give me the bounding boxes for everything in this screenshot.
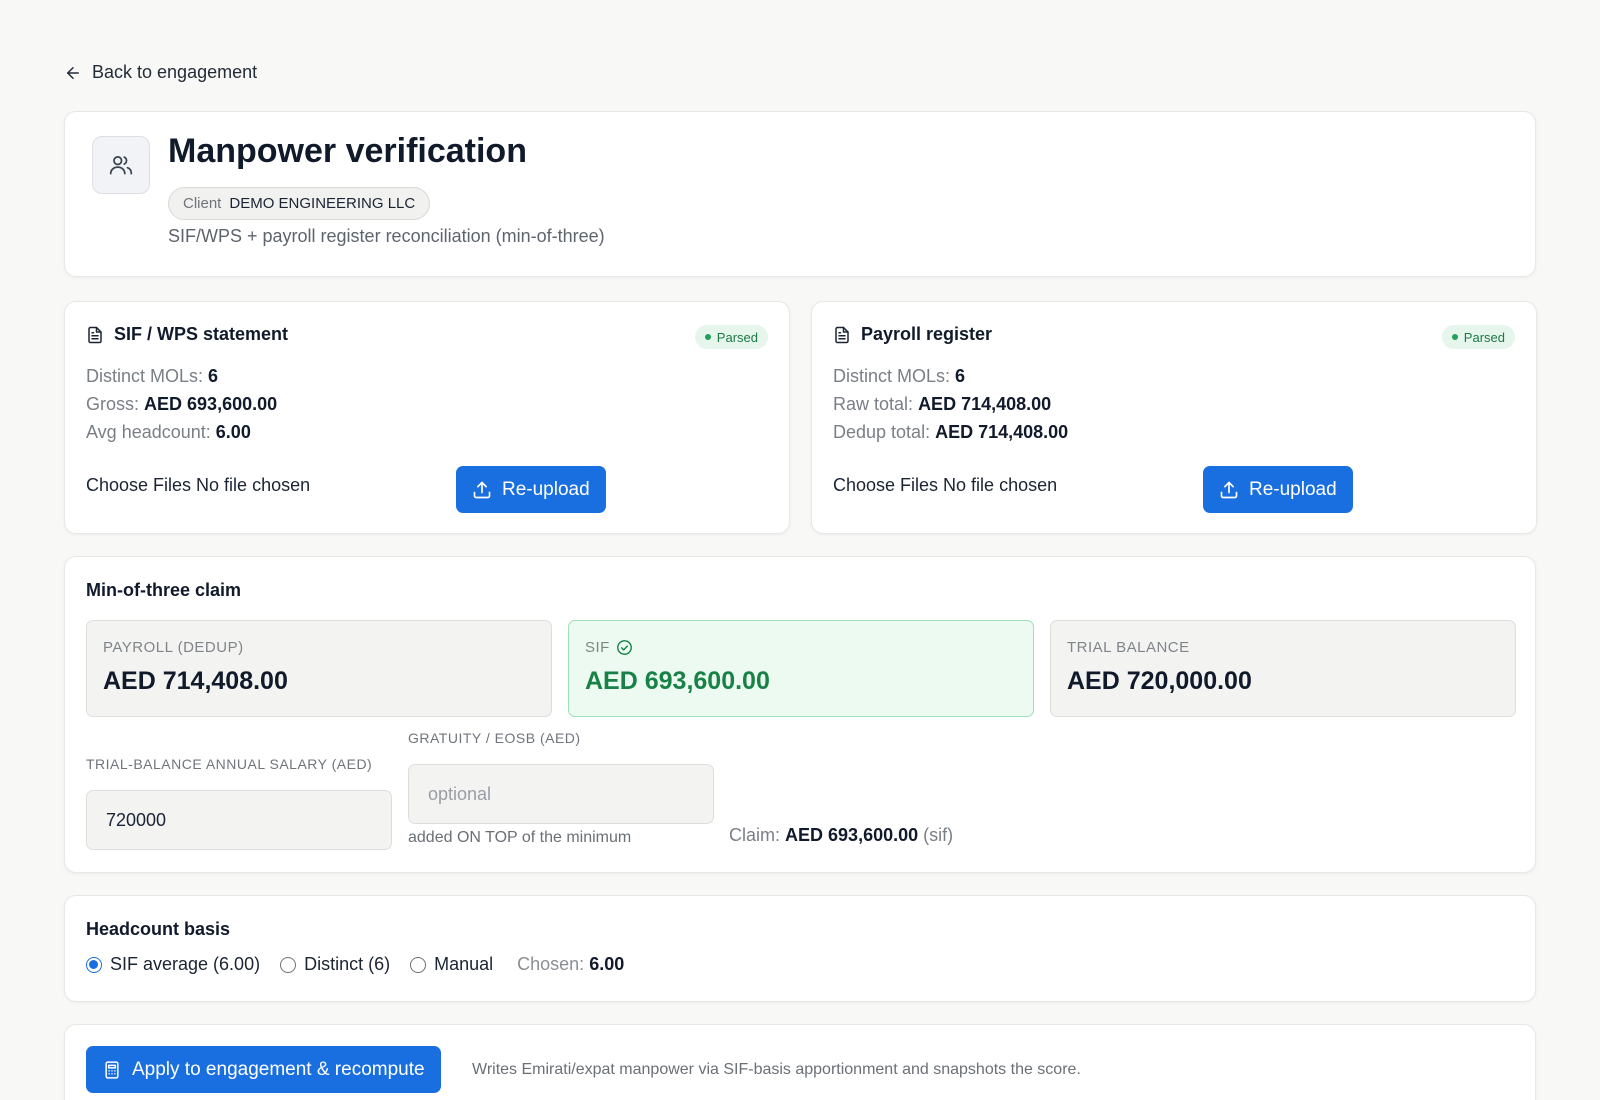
sif-card-title: SIF / WPS statement	[86, 324, 288, 345]
tile-value: AED 693,600.00	[585, 667, 770, 695]
header-card: Manpower verification Client DEMO ENGINE…	[64, 111, 1536, 277]
radio-label: SIF average (6.00)	[110, 954, 261, 974]
tb-salary-input[interactable]: 720000	[86, 790, 392, 850]
stat-dedup-total: Dedup total: AED 714,408.00	[833, 422, 1069, 442]
back-to-engagement-link[interactable]: Back to engagement	[64, 62, 257, 83]
status-badge: Parsed	[1441, 325, 1515, 349]
apply-card: Apply to engagement & recompute Writes E…	[64, 1024, 1536, 1100]
upload-icon	[1220, 481, 1238, 498]
sif-tile[interactable]: SIF AED 693,600.00	[568, 620, 1034, 717]
back-label: Back to engagement	[92, 62, 258, 82]
trial-balance-tile[interactable]: TRIAL BALANCE AED 720,000.00	[1050, 620, 1516, 717]
client-label: Client	[183, 195, 222, 212]
stat-distinct-mols: Distinct MOLs: 6	[86, 366, 219, 386]
apply-label: Apply to engagement & recompute	[132, 1058, 425, 1080]
radio-circle	[410, 956, 427, 973]
payroll-card-title: Payroll register	[833, 324, 992, 345]
client-name: DEMO ENGINEERING LLC	[229, 195, 416, 212]
page-subtitle: SIF/WPS + payroll register reconciliatio…	[168, 226, 605, 246]
radio-circle	[280, 956, 297, 973]
radio-sif-average[interactable]: SIF average (6.00)	[86, 954, 260, 975]
gratuity-input[interactable]: optional	[408, 764, 714, 824]
reupload-label: Re-upload	[1249, 478, 1337, 500]
check-circle-icon	[616, 640, 632, 655]
section-title: Min-of-three claim	[86, 580, 242, 600]
sif-wps-card: SIF / WPS statement Parsed Distinct MOLs…	[64, 301, 790, 534]
stat-gross: Gross: AED 693,600.00	[86, 394, 278, 414]
apply-recompute-button[interactable]: Apply to engagement & recompute	[86, 1046, 441, 1093]
chosen-headcount: Chosen: 6.00	[517, 954, 625, 974]
payroll-title-text: Payroll register	[861, 324, 993, 344]
tile-value: AED 720,000.00	[1067, 667, 1252, 695]
payroll-dedup-tile[interactable]: PAYROLL (DEDUP) AED 714,408.00	[86, 620, 552, 717]
document-icon	[835, 326, 849, 343]
status-dot	[704, 334, 711, 340]
sif-reupload-button[interactable]: Re-upload	[456, 466, 606, 513]
payroll-register-card: Payroll register Parsed Distinct MOLs: 6…	[811, 301, 1537, 534]
radio-label: Distinct (6)	[304, 954, 391, 974]
stat-distinct-mols: Distinct MOLs: 6	[833, 366, 966, 386]
badge-label: Parsed	[1463, 329, 1505, 345]
tile-label: TRIAL BALANCE	[1067, 639, 1190, 656]
stat-raw-total: Raw total: AED 714,408.00	[833, 394, 1052, 414]
arrow-left-icon	[67, 66, 79, 79]
claim-summary: Claim: AED 693,600.00 (sif)	[729, 825, 954, 845]
tile-label: SIF	[585, 639, 633, 656]
sif-title-text: SIF / WPS statement	[114, 324, 289, 344]
gratuity-hint: added ON TOP of the minimum	[408, 829, 632, 846]
radio-label: Manual	[434, 954, 494, 974]
reupload-label: Re-upload	[502, 478, 590, 500]
file-chooser[interactable]: Choose Files No file chosen	[833, 475, 1057, 496]
tile-label: PAYROLL (DEDUP)	[103, 639, 244, 656]
status-badge: Parsed	[694, 325, 768, 349]
headcount-radio-group: SIF average (6.00) Distinct (6) Manual C…	[86, 954, 624, 975]
payroll-reupload-button[interactable]: Re-upload	[1203, 466, 1353, 513]
apply-note: Writes Emirati/expat manpower via SIF-ba…	[472, 1061, 1081, 1078]
client-pill: Client DEMO ENGINEERING LLC	[168, 187, 431, 220]
section-title: Headcount basis	[86, 919, 231, 939]
status-dot	[1451, 334, 1458, 340]
file-chooser[interactable]: Choose Files No file chosen	[86, 475, 310, 496]
page-title: Manpower verification	[168, 132, 527, 170]
upload-icon	[473, 481, 491, 498]
radio-circle	[86, 956, 102, 973]
radio-distinct[interactable]: Distinct (6)	[280, 954, 390, 975]
gratuity-label: GRATUITY / EOSB (AED)	[408, 730, 581, 746]
calculator-icon	[105, 1060, 119, 1079]
stat-avg-headcount: Avg headcount: 6.00	[86, 422, 251, 442]
radio-manual[interactable]: Manual	[410, 954, 493, 975]
document-icon	[88, 326, 102, 343]
tb-salary-label: TRIAL-BALANCE ANNUAL SALARY (AED)	[86, 756, 373, 772]
min-of-three-card: Min-of-three claim PAYROLL (DEDUP) AED 7…	[64, 556, 1536, 873]
users-icon	[92, 136, 150, 194]
badge-label: Parsed	[716, 329, 758, 345]
headcount-basis-card: Headcount basis SIF average (6.00) Disti…	[64, 895, 1536, 1002]
tile-value: AED 714,408.00	[103, 667, 288, 695]
